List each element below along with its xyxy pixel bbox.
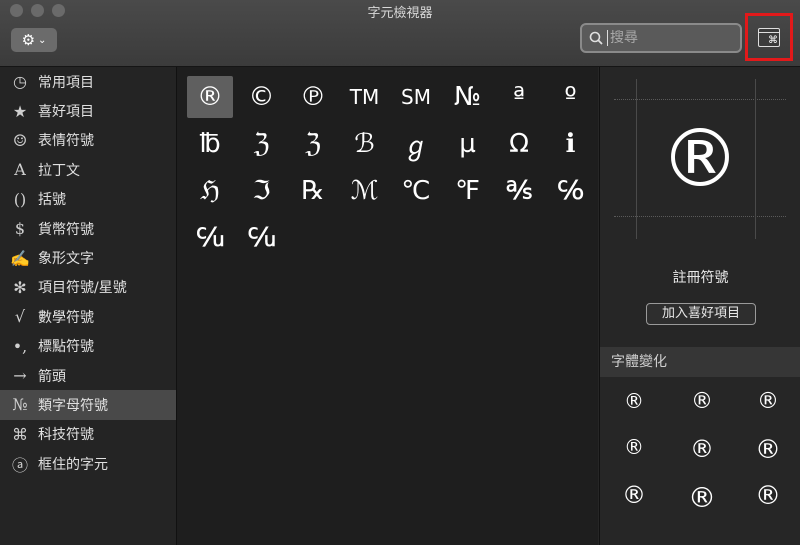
font-variant[interactable]: ® bbox=[614, 389, 654, 425]
category-icon: ⌘ bbox=[12, 424, 28, 444]
sidebar-item-label: 類字母符號 bbox=[38, 397, 108, 414]
character-name: 註冊符號 bbox=[672, 270, 729, 286]
sidebar-item-label: 箭頭 bbox=[38, 368, 66, 385]
sidebar-item[interactable]: •, 標點符號 bbox=[0, 332, 176, 361]
character-cell[interactable]: № bbox=[445, 76, 491, 118]
character-detail-panel: ® 註冊符號 加入喜好項目 字體變化 ® ® ® ® ® ® ® ® ® bbox=[599, 67, 800, 545]
sidebar-item-label: 常用項目 bbox=[38, 74, 94, 91]
category-icon: $ bbox=[14, 219, 26, 239]
character-cell[interactable]: ℹ bbox=[548, 123, 594, 165]
sidebar-item-label: 貨幣符號 bbox=[38, 221, 94, 238]
sidebar-item-label: 表情符號 bbox=[38, 133, 94, 150]
character-cell[interactable]: ℆ bbox=[239, 217, 285, 259]
sidebar-item[interactable]: ✻ 項目符號/星號 bbox=[0, 273, 176, 302]
search-icon bbox=[589, 31, 603, 45]
font-variant[interactable]: ® bbox=[748, 435, 788, 471]
category-icon: → bbox=[13, 366, 27, 386]
character-cell[interactable]: ℃ bbox=[393, 170, 439, 212]
sidebar-item[interactable]: ☺ 表情符號 bbox=[0, 126, 176, 155]
character-cell[interactable]: ℆ bbox=[187, 217, 233, 259]
font-variant[interactable]: ® bbox=[682, 435, 722, 471]
category-icon: ☺ bbox=[12, 130, 28, 150]
character-cell[interactable]: ℊ bbox=[393, 123, 439, 165]
sidebar-item[interactable]: ★ 喜好項目 bbox=[0, 96, 176, 125]
category-icon: ★ bbox=[12, 101, 28, 121]
character-cell[interactable]: ª bbox=[496, 76, 542, 118]
category-icon: √ bbox=[14, 307, 26, 327]
character-cell[interactable]: ℨ bbox=[290, 123, 336, 165]
sidebar-item[interactable]: → 箭頭 bbox=[0, 361, 176, 390]
window-title: 字元檢視器 bbox=[367, 6, 433, 21]
character-palette-icon: ⌘ bbox=[758, 27, 780, 47]
sidebar-item-label: 框住的字元 bbox=[38, 456, 108, 473]
category-sidebar: ◷ 常用項目 ★ 喜好項目 ☺ 表情符號 A 拉丁文 () 括號 $ 貨幣符號 ✍ 象形文字 ✻ 項目符號/星… bbox=[0, 67, 177, 545]
category-icon: ⓐ bbox=[11, 455, 28, 475]
character-cell[interactable]: ℉ bbox=[445, 170, 491, 212]
character-grid: ® © ℗ TM SM № ª º ℔ ℨ ℨ ℬℊ µ Ωℹ ℌ ℑ ℞ ℳ ℃ ℉ ℁ ℅ ℆ ℆ bbox=[177, 67, 598, 545]
character-cell[interactable]: Ω bbox=[496, 123, 542, 165]
sidebar-item[interactable]: ⓐ 框住的字元 bbox=[0, 449, 176, 478]
character-cell[interactable]: ® bbox=[187, 76, 233, 118]
category-icon: ✻ bbox=[13, 277, 27, 297]
search-field[interactable] bbox=[580, 23, 742, 53]
font-variant[interactable]: ® bbox=[682, 389, 722, 425]
font-variant[interactable]: ® bbox=[614, 481, 654, 517]
character-cell[interactable]: SM bbox=[393, 76, 439, 118]
font-variant[interactable]: ® bbox=[748, 389, 788, 425]
sidebar-item[interactable]: ⌘ 科技符號 bbox=[0, 420, 176, 449]
sidebar-item-label: 拉丁文 bbox=[38, 162, 80, 179]
sidebar-item-label: 象形文字 bbox=[38, 251, 94, 268]
sidebar-item-label: 科技符號 bbox=[38, 427, 94, 444]
sidebar-item[interactable]: ✍ 象形文字 bbox=[0, 243, 176, 272]
sidebar-item-label: 數學符號 bbox=[38, 309, 94, 326]
character-cell[interactable]: TM bbox=[342, 76, 388, 118]
sidebar-item[interactable]: () 括號 bbox=[0, 185, 176, 214]
character-cell[interactable]: ℗ bbox=[290, 76, 336, 118]
add-to-favorites-button[interactable]: 加入喜好項目 bbox=[646, 303, 756, 325]
character-cell[interactable]: ℨ bbox=[239, 123, 285, 165]
category-icon: ✍ bbox=[10, 248, 30, 268]
font-variants-header: 字體變化 bbox=[600, 347, 800, 377]
category-icon: № bbox=[12, 395, 28, 415]
character-palette-button[interactable]: ⌘ bbox=[745, 13, 793, 61]
category-icon: () bbox=[13, 189, 27, 209]
chevron-down-icon: ⌄ bbox=[38, 34, 47, 46]
sidebar-item[interactable]: № 類字母符號 bbox=[0, 390, 176, 420]
category-icon: •, bbox=[12, 336, 28, 356]
sidebar-item-label: 標點符號 bbox=[38, 339, 94, 356]
font-variant[interactable]: ® bbox=[614, 435, 654, 471]
font-variant[interactable]: ® bbox=[682, 481, 722, 517]
sidebar-item-label: 括號 bbox=[38, 192, 66, 209]
character-cell[interactable]: ℑ bbox=[239, 170, 285, 212]
action-menu-button[interactable]: ⚙ ⌄ bbox=[11, 28, 57, 52]
character-cell[interactable]: µ bbox=[445, 123, 491, 165]
sidebar-item[interactable]: $ 貨幣符號 bbox=[0, 214, 176, 243]
character-cell[interactable]: ℬ bbox=[342, 123, 388, 165]
sidebar-item-label: 喜好項目 bbox=[38, 104, 94, 121]
gear-icon: ⚙ bbox=[21, 31, 36, 49]
sidebar-item[interactable]: √ 數學符號 bbox=[0, 302, 176, 331]
category-icon: A bbox=[14, 160, 26, 180]
sidebar-item[interactable]: A 拉丁文 bbox=[0, 155, 176, 184]
title-bar: 字元檢視器 ⚙ ⌄ ⌘ bbox=[0, 0, 800, 67]
character-preview: ® bbox=[614, 79, 786, 239]
character-cell[interactable]: ℔ bbox=[187, 123, 233, 165]
font-variant[interactable]: ® bbox=[748, 481, 788, 517]
character-cell[interactable]: ℅ bbox=[548, 170, 594, 212]
character-cell[interactable]: º bbox=[548, 76, 594, 118]
search-input[interactable] bbox=[607, 30, 730, 46]
character-viewer-window: 字元檢視器 ⚙ ⌄ ⌘ ◷ 常用項目 ★ 喜好項目 ☺ 表情符號 A 拉丁文 () 括號 $ 貨幣符號… bbox=[0, 0, 800, 545]
preview-character: ® bbox=[660, 112, 740, 205]
character-cell[interactable]: ℌ bbox=[187, 170, 233, 212]
character-cell[interactable]: ℞ bbox=[290, 170, 336, 212]
character-cell[interactable]: ℳ bbox=[342, 170, 388, 212]
character-cell[interactable]: ℁ bbox=[496, 170, 542, 212]
category-icon: ◷ bbox=[13, 72, 27, 92]
sidebar-item[interactable]: ◷ 常用項目 bbox=[0, 67, 176, 96]
character-cell[interactable]: © bbox=[239, 76, 285, 118]
sidebar-item-label: 項目符號/星號 bbox=[38, 280, 127, 297]
